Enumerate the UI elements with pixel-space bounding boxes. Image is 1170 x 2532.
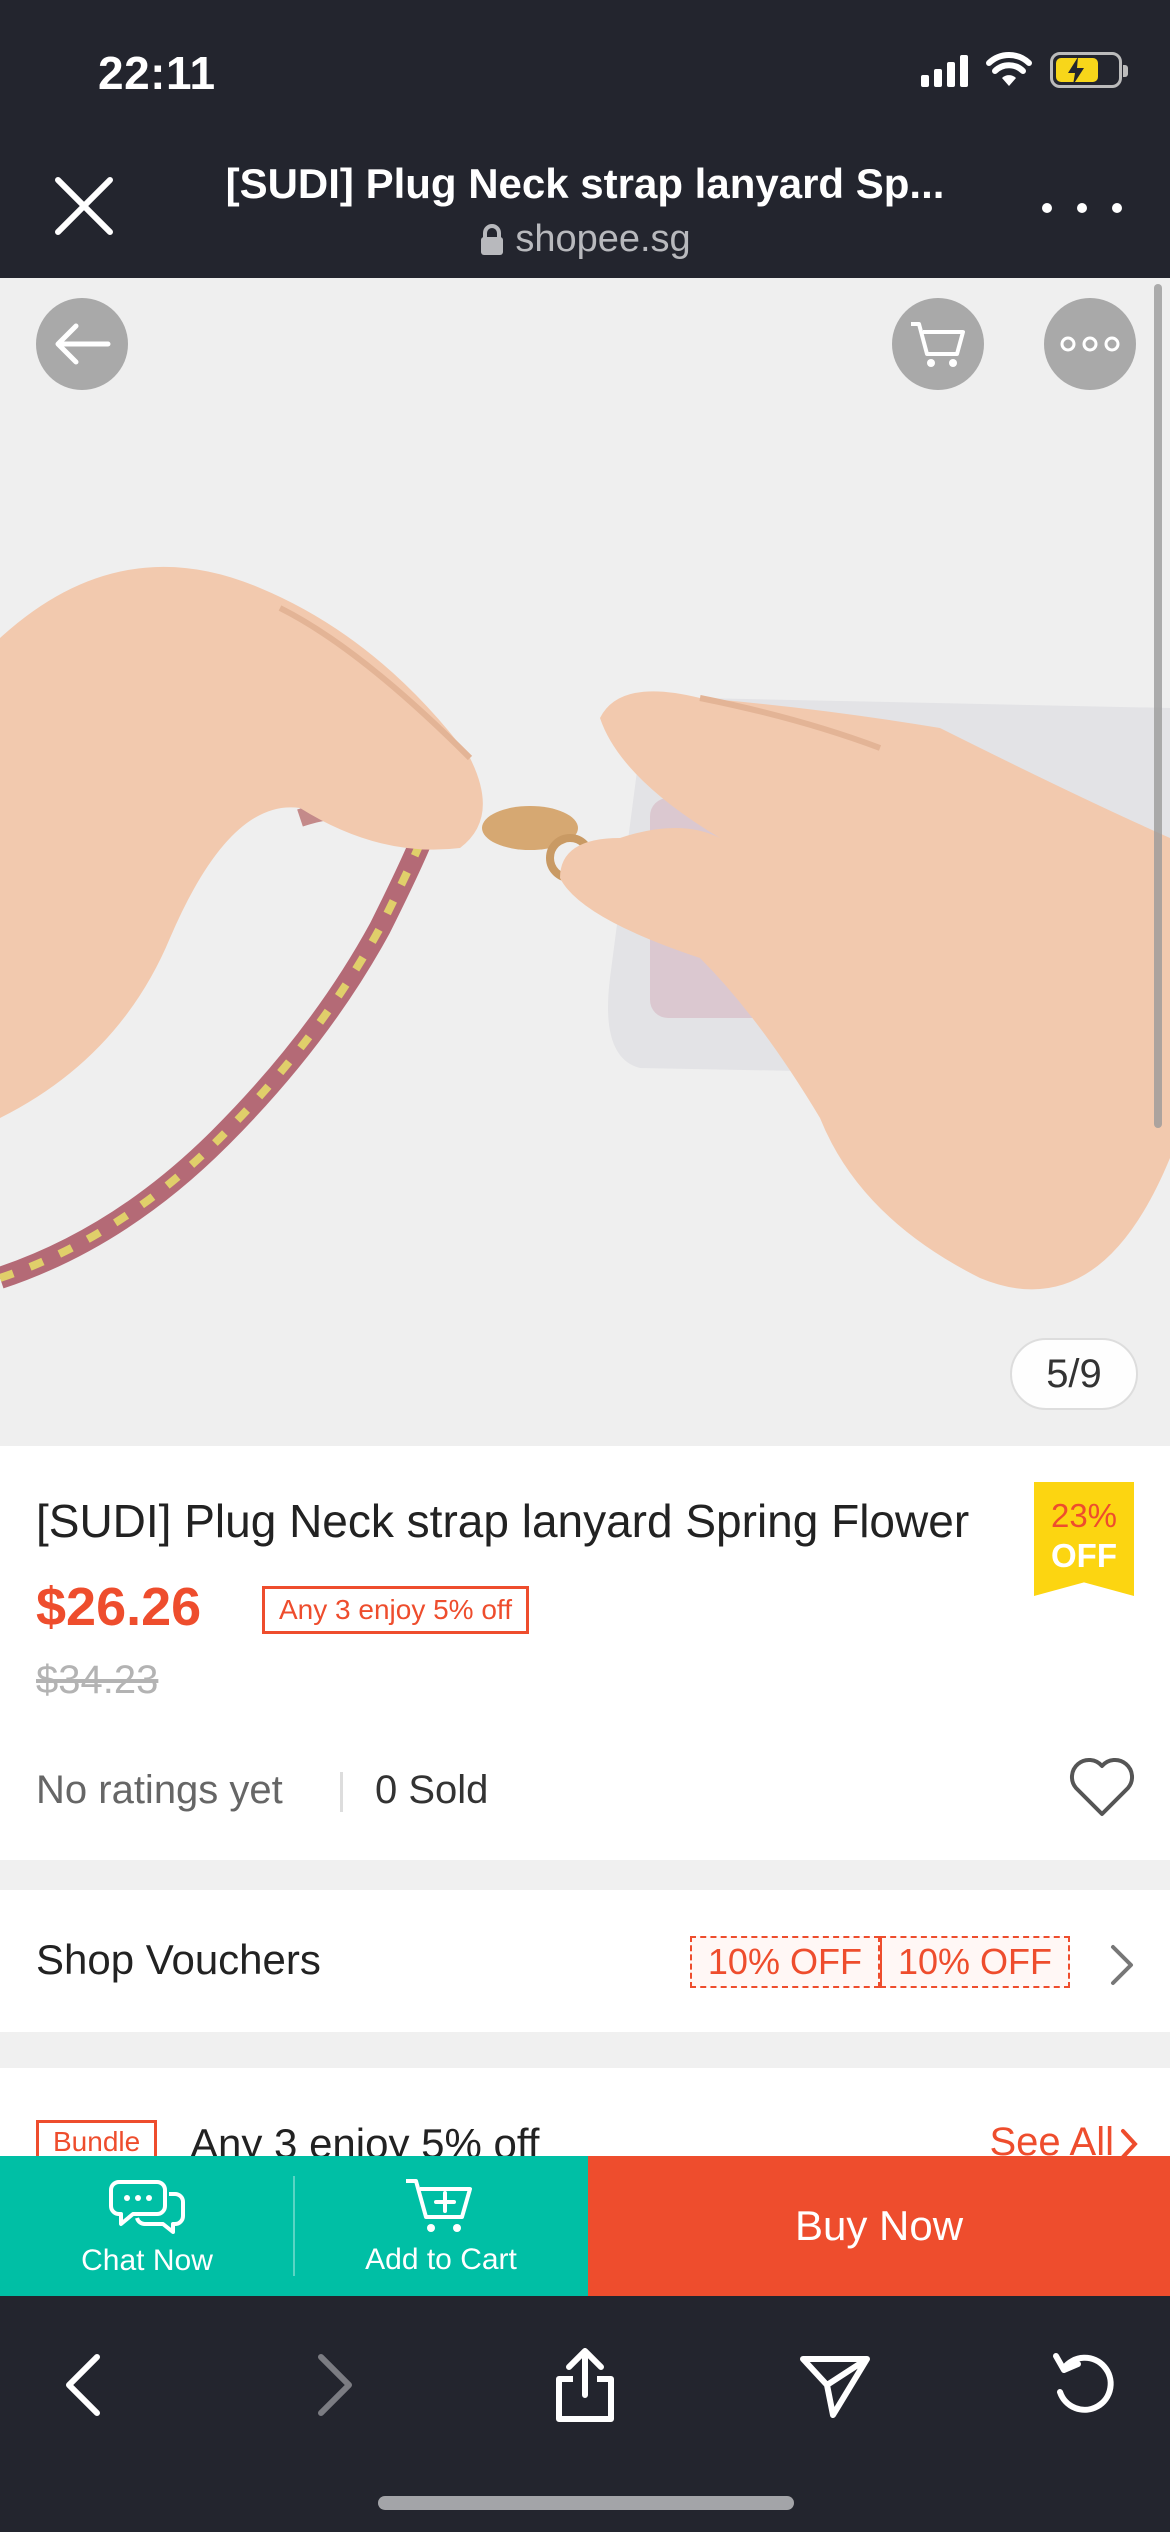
back-arrow-icon <box>55 323 111 365</box>
close-button[interactable] <box>48 170 120 242</box>
browser-more-button[interactable] <box>1042 188 1122 228</box>
page-scrollbar[interactable] <box>1154 284 1162 1128</box>
bundle-badge: Bundle <box>36 2120 158 2158</box>
bundle-text: Any 3 enjoy 5% off <box>190 2120 540 2158</box>
buy-now-button[interactable]: Buy Now <box>588 2156 1170 2296</box>
chevron-left-icon <box>66 2354 100 2416</box>
lock-icon <box>481 223 504 255</box>
cart-button[interactable] <box>892 298 984 390</box>
chevron-right-icon <box>1121 2129 1138 2158</box>
product-info: [SUDI] Plug Neck strap lanyard Spring Fl… <box>0 1446 1170 1860</box>
wifi-icon <box>986 52 1032 86</box>
battery-icon <box>1050 52 1128 88</box>
voucher-tags: 10% OFF 10% OFF <box>689 1936 1070 1988</box>
cart-icon <box>911 322 965 367</box>
browser-back-button[interactable] <box>38 2340 128 2430</box>
cart-plus-icon <box>406 2179 472 2232</box>
reload-icon <box>1053 2353 1114 2413</box>
options-button[interactable] <box>1044 298 1136 390</box>
divider <box>340 1772 343 1812</box>
share-button[interactable] <box>540 2340 630 2430</box>
reload-button[interactable] <box>1040 2340 1130 2430</box>
shop-vouchers-row[interactable]: Shop Vouchers 10% OFF 10% OFF <box>0 1890 1170 2032</box>
voucher-tag[interactable]: 10% OFF <box>879 1936 1070 1988</box>
status-icons <box>921 52 1128 88</box>
browser-bottom-toolbar <box>0 2296 1170 2532</box>
chevron-right-icon <box>318 2354 352 2416</box>
discount-percent: 23% <box>1050 1497 1118 1534</box>
chat-now-button[interactable]: Chat Now <box>0 2156 294 2296</box>
divider <box>293 2176 295 2276</box>
send-icon <box>800 2356 870 2418</box>
chat-bubbles-icon <box>109 2180 185 2234</box>
wishlist-button[interactable] <box>1066 1752 1138 1824</box>
ratings-text: No ratings yet <box>36 1768 283 1812</box>
promo-badge[interactable]: Any 3 enjoy 5% off <box>262 1586 529 1634</box>
browser-forward-button[interactable] <box>290 2340 380 2430</box>
status-time: 22:11 <box>98 47 216 99</box>
more-dots-icon <box>1060 336 1120 352</box>
page-title: [SUDI] Plug Neck strap lanyard Sp... <box>225 160 945 207</box>
section-separator <box>0 1860 1170 1890</box>
image-page-indicator: 5/9 <box>1010 1338 1138 1410</box>
voucher-tag[interactable]: 10% OFF <box>689 1936 880 1988</box>
more-dots-icon <box>1042 203 1052 213</box>
url-text: shopee.sg <box>515 218 691 260</box>
product-image-gallery[interactable]: 5/9 <box>0 278 1170 1446</box>
heart-icon <box>1070 1758 1134 1816</box>
discount-off-label: OFF <box>1051 1537 1117 1574</box>
see-all-link[interactable]: See All <box>989 2120 1114 2158</box>
url-display[interactable]: shopee.sg <box>200 218 970 261</box>
add-to-cart-button[interactable]: Add to Cart <box>294 2156 588 2296</box>
original-price: $34.23 <box>36 1658 159 1702</box>
section-separator <box>0 2032 1170 2068</box>
home-indicator[interactable] <box>378 2496 794 2510</box>
add-to-cart-label: Add to Cart <box>365 2243 517 2276</box>
product-title: [SUDI] Plug Neck strap lanyard Spring Fl… <box>36 1495 970 1547</box>
chevron-right-icon <box>1111 1945 1133 1985</box>
bundle-deal-row[interactable]: Bundle Any 3 enjoy 5% off See All <box>0 2068 1170 2158</box>
shop-vouchers-label: Shop Vouchers <box>36 1936 321 1983</box>
discount-badge: 23% OFF <box>1034 1482 1134 1596</box>
share-icon <box>556 2348 614 2422</box>
purchase-action-bar: Chat Now Add to Cart Buy Now <box>0 2156 1170 2296</box>
back-button[interactable] <box>36 298 128 390</box>
cellular-signal-icon <box>921 53 968 87</box>
send-button[interactable] <box>790 2340 880 2430</box>
close-icon <box>55 177 113 235</box>
browser-top-bar: 22:11 [SUDI] Plug Neck strap lanyard Sp.… <box>0 0 1170 278</box>
chat-now-label: Chat Now <box>81 2244 213 2277</box>
sold-count: 0 Sold <box>375 1768 489 1812</box>
current-price: $26.26 <box>36 1577 202 1637</box>
product-image <box>0 278 1170 1446</box>
